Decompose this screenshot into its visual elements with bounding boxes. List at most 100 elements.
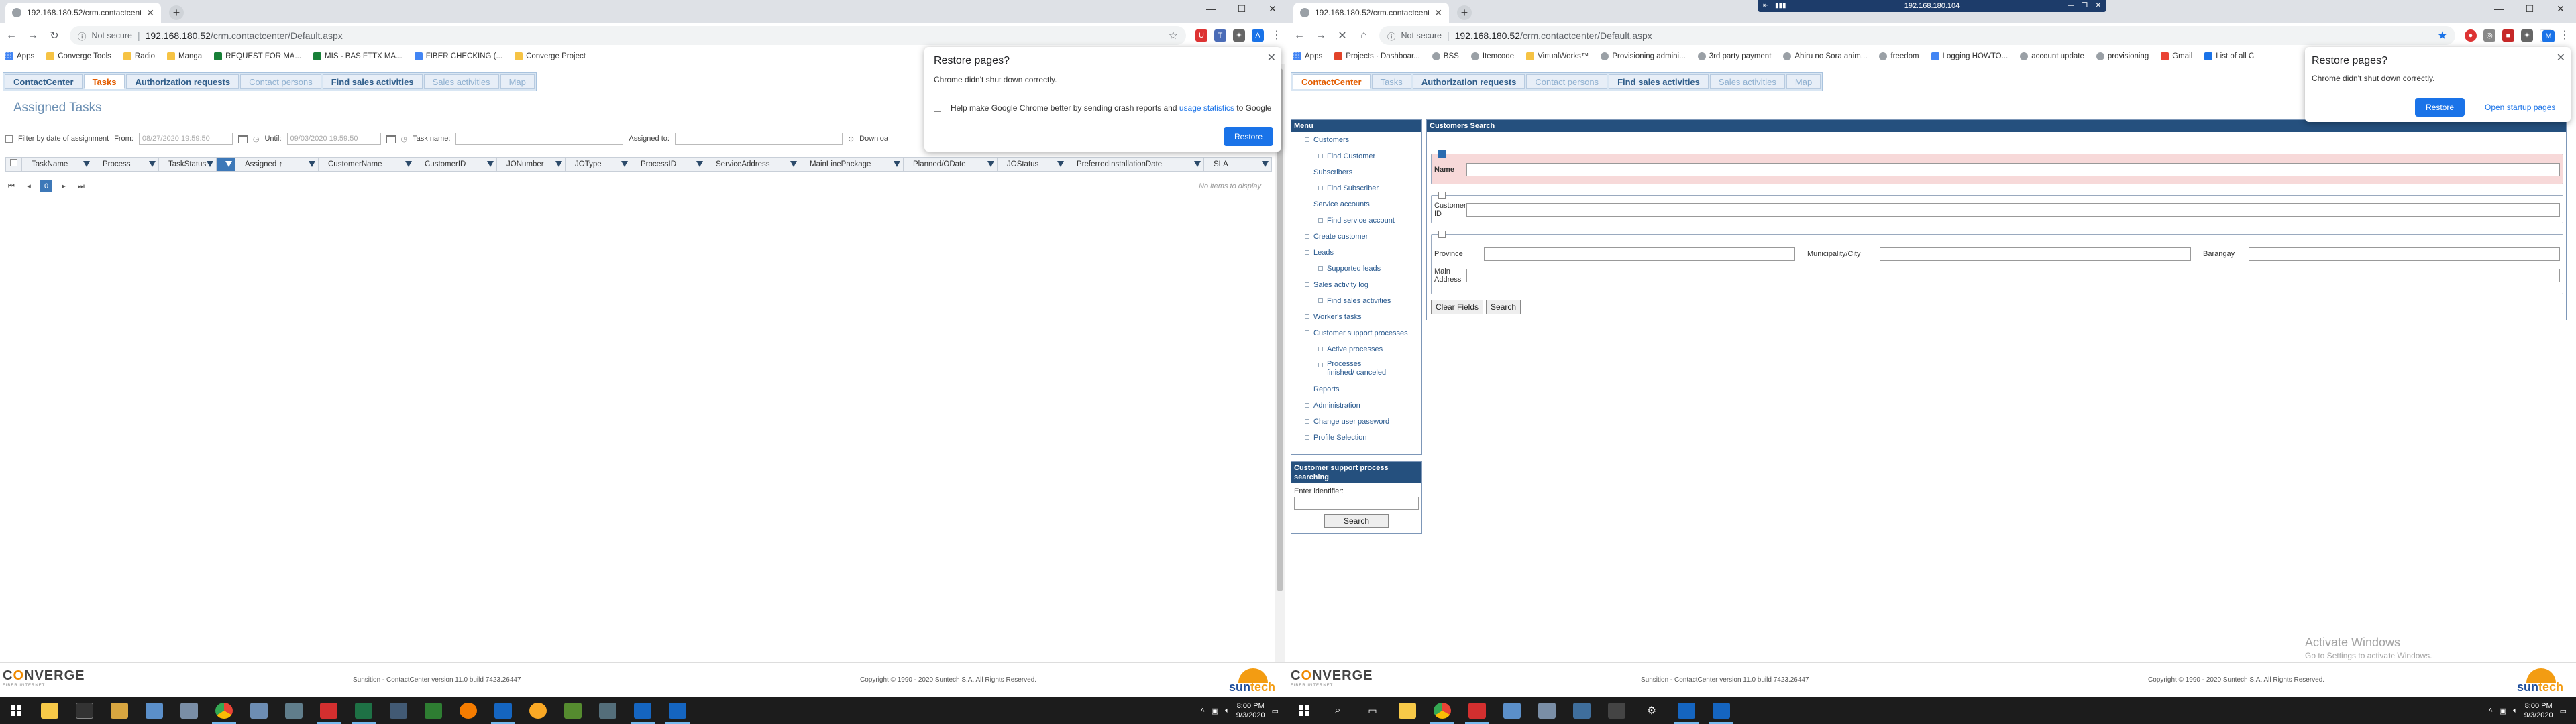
menu-item-reports[interactable]: Reports: [1291, 381, 1421, 398]
menu-item-supported-leads[interactable]: Supported leads: [1291, 261, 1421, 277]
taskbar-app[interactable]: [625, 697, 660, 724]
current-page[interactable]: 0: [40, 180, 52, 192]
filter-icon[interactable]: [696, 161, 703, 167]
filter-icon[interactable]: [1057, 161, 1064, 167]
menu-item-find-service-account[interactable]: Find service account: [1291, 213, 1421, 229]
filter-icon[interactable]: [987, 161, 994, 167]
start-button[interactable]: [0, 697, 32, 724]
tab-find-sales-activities[interactable]: Find sales activities: [322, 74, 423, 89]
taskbar-app[interactable]: [381, 697, 416, 724]
bookmark-item[interactable]: MIS - BAS FTTX MA...: [313, 52, 402, 60]
column-header[interactable]: JOType: [566, 158, 631, 171]
tab-sales-activities[interactable]: Sales activities: [1709, 74, 1785, 89]
address-bar[interactable]: ⓘ Not secure | 192.168.180.52/crm.contac…: [70, 26, 1186, 45]
taskbar-app[interactable]: [137, 697, 172, 724]
menu-item-find-sales-activities[interactable]: Find sales activities: [1291, 293, 1421, 309]
bookmark-item[interactable]: Ahiru no Sora anim...: [1783, 52, 1867, 60]
chevron-up-icon[interactable]: ˄: [1200, 707, 1204, 715]
filter-icon[interactable]: [790, 161, 797, 167]
clear-fields-button[interactable]: Clear Fields: [1431, 300, 1484, 314]
taskbar-app[interactable]: [1704, 697, 1739, 724]
back-icon[interactable]: ←: [5, 29, 17, 42]
taskbar-app[interactable]: [32, 697, 67, 724]
taskbar-app[interactable]: [1529, 697, 1564, 724]
menu-item-workers-tasks[interactable]: Worker's tasks: [1291, 309, 1421, 325]
clock-icon[interactable]: ◷: [401, 135, 408, 143]
identifier-input[interactable]: [1294, 497, 1419, 510]
taskbar-app[interactable]: [241, 697, 276, 724]
kebab-menu-icon[interactable]: ⋮: [2559, 29, 2571, 42]
select-all-header[interactable]: [6, 158, 22, 171]
bookmark-apps[interactable]: Apps: [1293, 52, 1322, 60]
customer-id-criteria-checkbox[interactable]: [1438, 192, 1446, 199]
bookmark-item[interactable]: 3rd party payment: [1697, 52, 1771, 60]
close-dialog-icon[interactable]: ✕: [2557, 51, 2565, 64]
filter-icon[interactable]: [487, 161, 494, 167]
menu-item-change-user-password[interactable]: Change user password: [1291, 414, 1421, 430]
bookmark-item[interactable]: Logging HOWTO...: [1931, 52, 2008, 60]
filter-icon[interactable]: [621, 161, 628, 167]
extension-icon[interactable]: ◎: [2483, 29, 2496, 42]
column-header[interactable]: ServiceAddress: [706, 158, 800, 171]
bookmark-item[interactable]: Converge Project: [515, 52, 586, 60]
notifications-icon[interactable]: ▭: [2560, 707, 2567, 715]
taskbar-clock[interactable]: 8:00 PM 9/3/2020: [1236, 701, 1265, 720]
taskbar-app[interactable]: [451, 697, 486, 724]
close-tab-icon[interactable]: ✕: [1434, 7, 1442, 19]
column-header[interactable]: CustomerID: [415, 158, 497, 171]
puzzle-icon[interactable]: ✦: [2521, 29, 2533, 42]
extension-icon[interactable]: ■: [2502, 29, 2514, 42]
browser-tab[interactable]: 192.168.180.52/crm.contactcente ✕: [1293, 3, 1449, 23]
menu-item-profile-selection[interactable]: Profile Selection: [1291, 430, 1421, 446]
taskbar-app[interactable]: [311, 697, 346, 724]
taskbar-app[interactable]: [346, 697, 381, 724]
forward-icon[interactable]: →: [1315, 29, 1327, 42]
column-header[interactable]: SLA: [1204, 158, 1271, 171]
tab-map[interactable]: Map: [1786, 74, 1821, 89]
taskbar-clock[interactable]: 8:00 PM 9/3/2020: [2524, 701, 2553, 720]
tab-contactcenter[interactable]: ContactCenter: [1293, 74, 1371, 89]
tab-contact-persons[interactable]: Contact persons: [1526, 74, 1608, 89]
barangay-input[interactable]: [2249, 247, 2560, 261]
bookmark-item[interactable]: Itemcode: [1470, 52, 1514, 60]
assigned-to-input[interactable]: [674, 133, 843, 145]
taskbar-app[interactable]: ▭: [1355, 697, 1390, 724]
bookmark-item[interactable]: BSS: [1432, 52, 1459, 60]
download-label[interactable]: Downloa: [859, 135, 888, 143]
column-header[interactable]: TaskStatus: [159, 158, 217, 171]
column-header[interactable]: [217, 158, 235, 171]
kebab-menu-icon[interactable]: ⋮: [1271, 29, 1283, 42]
task-name-input[interactable]: [455, 133, 624, 145]
taskbar-app[interactable]: [660, 697, 695, 724]
tab-sales-activities[interactable]: Sales activities: [423, 74, 499, 89]
close-window-icon[interactable]: ✕: [1257, 0, 1288, 17]
bookmark-apps[interactable]: Apps: [5, 52, 34, 60]
filter-icon[interactable]: [405, 161, 412, 167]
restore-button[interactable]: Restore: [1224, 127, 1273, 146]
menu-item-create-customer[interactable]: Create customer: [1291, 229, 1421, 245]
taskbar-app[interactable]: [416, 697, 451, 724]
taskbar-app[interactable]: [1495, 697, 1529, 724]
profile-paused-button[interactable]: MPaused: [2540, 29, 2567, 52]
filter-icon[interactable]: [225, 161, 232, 167]
calendar-icon[interactable]: [237, 134, 248, 143]
start-button[interactable]: [1288, 697, 1320, 724]
extension-icon[interactable]: T: [1214, 29, 1226, 42]
puzzle-icon[interactable]: ✦: [1233, 29, 1245, 42]
filter-icon[interactable]: [1262, 161, 1269, 167]
customer-id-input[interactable]: [1466, 203, 2560, 217]
close-dialog-icon[interactable]: ✕: [1267, 51, 1276, 64]
menu-item-subscribers[interactable]: Subscribers: [1291, 164, 1421, 180]
column-header[interactable]: CustomerName: [319, 158, 415, 171]
pin-icon[interactable]: ⇤: [1763, 0, 1768, 12]
restore-button[interactable]: Restore: [2415, 98, 2465, 117]
new-tab-button[interactable]: +: [1457, 5, 1472, 20]
taskbar-app[interactable]: [207, 697, 241, 724]
menu-item-leads[interactable]: Leads: [1291, 245, 1421, 261]
stop-loading-icon[interactable]: ✕: [1336, 29, 1348, 42]
minimize-remote-icon[interactable]: —: [2068, 0, 2074, 12]
home-icon[interactable]: ⌂: [1358, 29, 1370, 42]
filter-icon[interactable]: [207, 161, 213, 167]
usage-statistics-link[interactable]: usage statistics: [1179, 103, 1234, 113]
maximize-icon[interactable]: ☐: [1226, 0, 1257, 17]
